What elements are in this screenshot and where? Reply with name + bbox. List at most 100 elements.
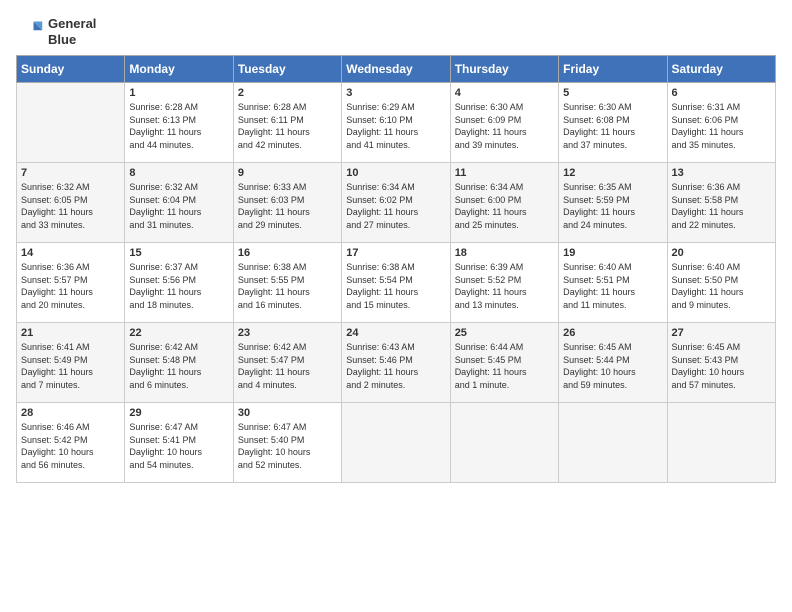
week-row-4: 21 Sunrise: 6:41 AM Sunset: 5:49 PM Dayli…	[17, 323, 776, 403]
day-number: 2	[238, 87, 337, 99]
calendar-cell	[342, 403, 450, 483]
calendar-table: SundayMondayTuesdayWednesdayThursdayFrid…	[16, 55, 776, 483]
calendar-cell: 4 Sunrise: 6:30 AM Sunset: 6:09 PM Daylig…	[450, 83, 558, 163]
cell-content: Sunrise: 6:42 AM Sunset: 5:47 PM Dayligh…	[238, 341, 337, 391]
cell-content: Sunrise: 6:36 AM Sunset: 5:58 PM Dayligh…	[672, 181, 771, 231]
day-number: 6	[672, 87, 771, 99]
calendar-cell: 19 Sunrise: 6:40 AM Sunset: 5:51 PM Dayli…	[559, 243, 667, 323]
day-number: 3	[346, 87, 445, 99]
day-number: 4	[455, 87, 554, 99]
day-number: 18	[455, 247, 554, 259]
cell-content: Sunrise: 6:28 AM Sunset: 6:11 PM Dayligh…	[238, 101, 337, 151]
header-cell-sunday: Sunday	[17, 56, 125, 83]
week-row-1: 1Sunrise: 6:28 AM Sunset: 6:13 PM Daylig…	[17, 83, 776, 163]
day-number: 16	[238, 247, 337, 259]
day-number: 11	[455, 167, 554, 179]
header-row: SundayMondayTuesdayWednesdayThursdayFrid…	[17, 56, 776, 83]
cell-content: Sunrise: 6:34 AM Sunset: 6:00 PM Dayligh…	[455, 181, 554, 231]
calendar-cell: 28Sunrise: 6:46 AM Sunset: 5:42 PM Dayli…	[17, 403, 125, 483]
day-number: 17	[346, 247, 445, 259]
cell-content: Sunrise: 6:36 AM Sunset: 5:57 PM Dayligh…	[21, 261, 120, 311]
calendar-cell: 11 Sunrise: 6:34 AM Sunset: 6:00 PM Dayli…	[450, 163, 558, 243]
day-number: 19	[563, 247, 662, 259]
day-number: 9	[238, 167, 337, 179]
calendar-cell: 26 Sunrise: 6:45 AM Sunset: 5:44 PM Dayli…	[559, 323, 667, 403]
header-cell-wednesday: Wednesday	[342, 56, 450, 83]
cell-content: Sunrise: 6:47 AM Sunset: 5:41 PM Dayligh…	[129, 421, 228, 471]
calendar-cell: 1Sunrise: 6:28 AM Sunset: 6:13 PM Daylig…	[125, 83, 233, 163]
calendar-cell: 22 Sunrise: 6:42 AM Sunset: 5:48 PM Dayli…	[125, 323, 233, 403]
cell-content: Sunrise: 6:45 AM Sunset: 5:43 PM Dayligh…	[672, 341, 771, 391]
calendar-cell	[667, 403, 775, 483]
calendar-cell: 3Sunrise: 6:29 AM Sunset: 6:10 PM Daylig…	[342, 83, 450, 163]
cell-content: Sunrise: 6:44 AM Sunset: 5:45 PM Dayligh…	[455, 341, 554, 391]
header-cell-thursday: Thursday	[450, 56, 558, 83]
cell-content: Sunrise: 6:38 AM Sunset: 5:54 PM Dayligh…	[346, 261, 445, 311]
day-number: 13	[672, 167, 771, 179]
calendar-cell: 8 Sunrise: 6:32 AM Sunset: 6:04 PM Daylig…	[125, 163, 233, 243]
day-number: 20	[672, 247, 771, 259]
day-number: 28	[21, 407, 120, 419]
cell-content: Sunrise: 6:35 AM Sunset: 5:59 PM Dayligh…	[563, 181, 662, 231]
logo-icon	[16, 18, 44, 46]
day-number: 29	[129, 407, 228, 419]
calendar-cell: 5Sunrise: 6:30 AM Sunset: 6:08 PM Daylig…	[559, 83, 667, 163]
day-number: 22	[129, 327, 228, 339]
calendar-cell: 30 Sunrise: 6:47 AM Sunset: 5:40 PM Dayli…	[233, 403, 341, 483]
header-cell-tuesday: Tuesday	[233, 56, 341, 83]
day-number: 14	[21, 247, 120, 259]
day-number: 12	[563, 167, 662, 179]
day-number: 7	[21, 167, 120, 179]
cell-content: Sunrise: 6:40 AM Sunset: 5:50 PM Dayligh…	[672, 261, 771, 311]
day-number: 25	[455, 327, 554, 339]
cell-content: Sunrise: 6:41 AM Sunset: 5:49 PM Dayligh…	[21, 341, 120, 391]
cell-content: Sunrise: 6:32 AM Sunset: 6:04 PM Dayligh…	[129, 181, 228, 231]
calendar-cell: 17 Sunrise: 6:38 AM Sunset: 5:54 PM Dayli…	[342, 243, 450, 323]
day-number: 8	[129, 167, 228, 179]
calendar-cell	[559, 403, 667, 483]
cell-content: Sunrise: 6:30 AM Sunset: 6:09 PM Dayligh…	[455, 101, 554, 151]
calendar-cell: 29 Sunrise: 6:47 AM Sunset: 5:41 PM Dayli…	[125, 403, 233, 483]
calendar-cell: 25 Sunrise: 6:44 AM Sunset: 5:45 PM Dayli…	[450, 323, 558, 403]
day-number: 27	[672, 327, 771, 339]
calendar-cell: 2 Sunrise: 6:28 AM Sunset: 6:11 PM Daylig…	[233, 83, 341, 163]
week-row-5: 28Sunrise: 6:46 AM Sunset: 5:42 PM Dayli…	[17, 403, 776, 483]
day-number: 26	[563, 327, 662, 339]
calendar-cell: 23 Sunrise: 6:42 AM Sunset: 5:47 PM Dayli…	[233, 323, 341, 403]
calendar-cell: 15Sunrise: 6:37 AM Sunset: 5:56 PM Dayli…	[125, 243, 233, 323]
cell-content: Sunrise: 6:38 AM Sunset: 5:55 PM Dayligh…	[238, 261, 337, 311]
logo-text: General Blue	[48, 16, 96, 47]
calendar-cell: 12 Sunrise: 6:35 AM Sunset: 5:59 PM Dayli…	[559, 163, 667, 243]
calendar-cell	[450, 403, 558, 483]
cell-content: Sunrise: 6:40 AM Sunset: 5:51 PM Dayligh…	[563, 261, 662, 311]
calendar-cell: 24 Sunrise: 6:43 AM Sunset: 5:46 PM Dayli…	[342, 323, 450, 403]
calendar-cell: 27 Sunrise: 6:45 AM Sunset: 5:43 PM Dayli…	[667, 323, 775, 403]
week-row-3: 14 Sunrise: 6:36 AM Sunset: 5:57 PM Dayli…	[17, 243, 776, 323]
cell-content: Sunrise: 6:45 AM Sunset: 5:44 PM Dayligh…	[563, 341, 662, 391]
cell-content: Sunrise: 6:43 AM Sunset: 5:46 PM Dayligh…	[346, 341, 445, 391]
day-number: 10	[346, 167, 445, 179]
day-number: 21	[21, 327, 120, 339]
logo: General Blue	[16, 16, 96, 47]
cell-content: Sunrise: 6:32 AM Sunset: 6:05 PM Dayligh…	[21, 181, 120, 231]
cell-content: Sunrise: 6:47 AM Sunset: 5:40 PM Dayligh…	[238, 421, 337, 471]
calendar-cell: 13 Sunrise: 6:36 AM Sunset: 5:58 PM Dayli…	[667, 163, 775, 243]
cell-content: Sunrise: 6:39 AM Sunset: 5:52 PM Dayligh…	[455, 261, 554, 311]
calendar-cell: 16 Sunrise: 6:38 AM Sunset: 5:55 PM Dayli…	[233, 243, 341, 323]
calendar-cell: 14 Sunrise: 6:36 AM Sunset: 5:57 PM Dayli…	[17, 243, 125, 323]
day-number: 1	[129, 87, 228, 99]
day-number: 24	[346, 327, 445, 339]
header-cell-saturday: Saturday	[667, 56, 775, 83]
week-row-2: 7 Sunrise: 6:32 AM Sunset: 6:05 PM Daylig…	[17, 163, 776, 243]
day-number: 15	[129, 247, 228, 259]
day-number: 30	[238, 407, 337, 419]
cell-content: Sunrise: 6:34 AM Sunset: 6:02 PM Dayligh…	[346, 181, 445, 231]
calendar-cell: 18 Sunrise: 6:39 AM Sunset: 5:52 PM Dayli…	[450, 243, 558, 323]
calendar-cell	[17, 83, 125, 163]
cell-content: Sunrise: 6:33 AM Sunset: 6:03 PM Dayligh…	[238, 181, 337, 231]
cell-content: Sunrise: 6:42 AM Sunset: 5:48 PM Dayligh…	[129, 341, 228, 391]
header-cell-monday: Monday	[125, 56, 233, 83]
calendar-cell: 20 Sunrise: 6:40 AM Sunset: 5:50 PM Dayli…	[667, 243, 775, 323]
day-number: 23	[238, 327, 337, 339]
page-header: General Blue	[16, 16, 776, 47]
